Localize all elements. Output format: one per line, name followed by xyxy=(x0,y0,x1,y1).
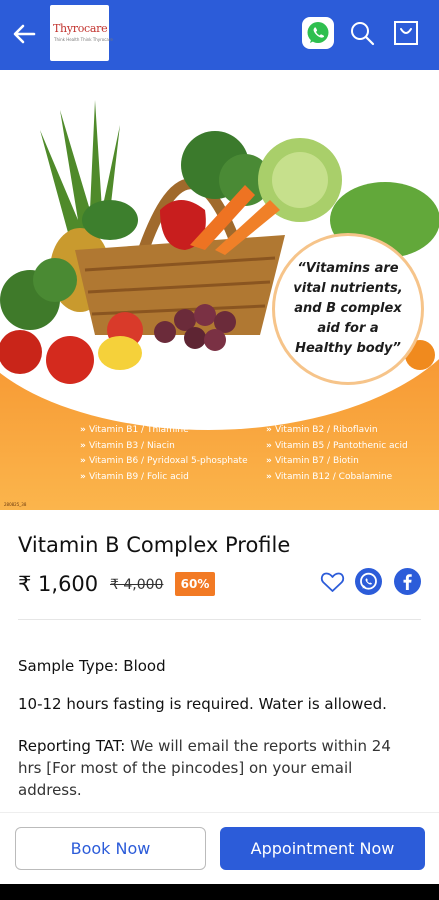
product-title: Vitamin B Complex Profile xyxy=(18,533,291,557)
banner-test-list-right: Vitamin B2 / Riboflavin Vitamin B5 / Pan… xyxy=(266,423,408,485)
banner-test-item: Vitamin B3 / Niacin xyxy=(80,439,248,455)
banner-code: 280825_38 xyxy=(4,502,27,507)
heart-icon[interactable] xyxy=(320,570,345,594)
fasting-instruction: 10-12 hours fasting is required. Water i… xyxy=(18,695,387,713)
facebook-icon xyxy=(403,574,412,590)
logo-text: Thyrocare xyxy=(53,22,108,35)
product-price: ₹ 1,600 xyxy=(18,572,99,596)
cart-icon[interactable] xyxy=(392,18,420,48)
search-icon[interactable] xyxy=(348,18,376,48)
whatsapp-button[interactable] xyxy=(302,17,334,49)
share-facebook-button[interactable] xyxy=(394,568,421,595)
back-arrow-icon[interactable] xyxy=(10,20,38,48)
banner-test-item: Vitamin B2 / Riboflavin xyxy=(266,423,408,439)
reporting-tat-label: Reporting TAT: xyxy=(18,737,126,755)
product-banner-image: “Vitamins are vital nutrients, and B com… xyxy=(0,70,439,510)
divider xyxy=(18,619,421,620)
quote-bubble: “Vitamins are vital nutrients, and B com… xyxy=(272,233,424,385)
banner-test-item: Vitamin B5 / Pantothenic acid xyxy=(266,439,408,455)
banner-test-item: Vitamin B12 / Cobalamine xyxy=(266,470,408,486)
sample-type-text: Sample Type: Blood xyxy=(18,657,166,675)
banner-title-text: Vitamin B Complex Profile xyxy=(80,400,271,415)
logo-tagline: Think Health Think Thyrocare xyxy=(54,37,113,42)
banner-test-count: (8 Tests) xyxy=(275,404,320,414)
banner-test-item: Vitamin B9 / Folic acid xyxy=(80,470,248,486)
reporting-tat: Reporting TAT: We will email the reports… xyxy=(18,735,413,801)
share-whatsapp-button[interactable] xyxy=(355,568,382,595)
appointment-now-button[interactable]: Appointment Now xyxy=(220,827,425,870)
banner-title: Vitamin B Complex Profile (8 Tests) xyxy=(80,400,319,415)
system-nav-bar xyxy=(0,884,439,900)
banner-test-list-left: Vitamin B1 / Thiamine Vitamin B3 / Niaci… xyxy=(80,423,248,485)
book-now-button[interactable]: Book Now xyxy=(15,827,206,870)
banner-test-item: Vitamin B7 / Biotin xyxy=(266,454,408,470)
brand-logo[interactable]: Thyrocare Think Health Think Thyrocare xyxy=(50,5,113,61)
whatsapp-icon xyxy=(307,22,329,43)
discount-badge: 60% xyxy=(175,572,215,596)
whatsapp-icon xyxy=(360,572,377,590)
banner-test-item: Vitamin B1 / Thiamine xyxy=(80,423,248,439)
top-app-bar: Thyrocare Think Health Think Thyrocare xyxy=(0,0,439,70)
product-mrp: ₹ 4,000 xyxy=(110,577,164,593)
banner-test-item: Vitamin B6 / Pyridoxal 5-phosphate xyxy=(80,454,248,470)
